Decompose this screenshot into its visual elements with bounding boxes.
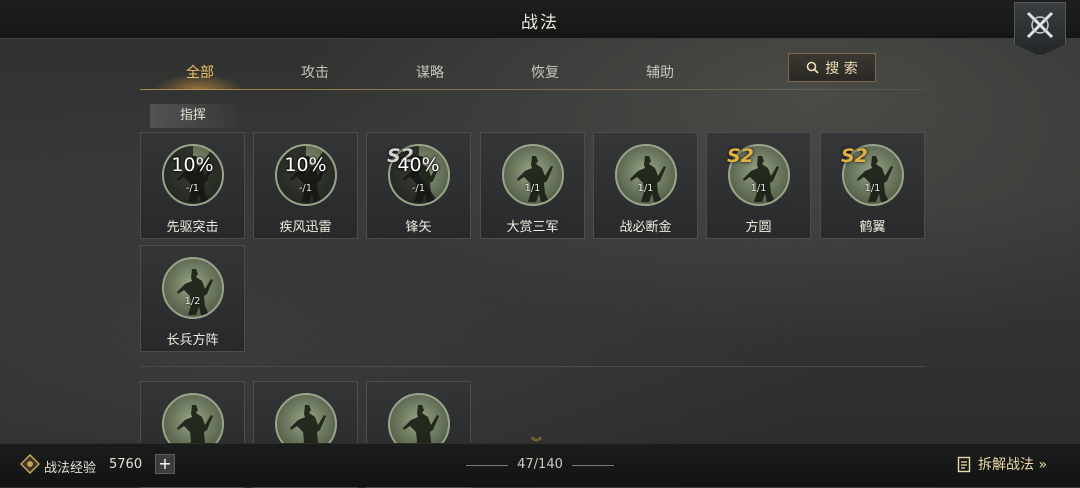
tactic-count: 1/1 bbox=[750, 183, 767, 194]
tactic-portrait bbox=[502, 144, 564, 206]
page-count: 47/140 bbox=[517, 457, 563, 472]
tactic-name: 战必断金 bbox=[619, 220, 672, 235]
bottom-bar: 战法经验 5760 + 47/140 拆解战法 » bbox=[0, 443, 1080, 487]
tactic-name: 长兵方阵 bbox=[166, 333, 219, 348]
search-label: 搜 索 bbox=[825, 60, 858, 77]
tab-strategy[interactable]: 谋略 bbox=[380, 62, 480, 82]
exp-icon bbox=[20, 454, 40, 474]
tactic-card[interactable]: 10% -/1 疾风迅雷 bbox=[253, 132, 358, 239]
tactic-card[interactable]: 10% -/1 先驱突击 bbox=[140, 132, 245, 239]
title-bar: 战法 bbox=[0, 0, 1080, 39]
tactic-portrait bbox=[615, 144, 677, 206]
season-badge: S2 bbox=[727, 145, 754, 167]
tactic-card[interactable]: 1/1 大赏三军 bbox=[480, 132, 585, 239]
tactic-name: 方圆 bbox=[745, 220, 772, 235]
progress-percent: 10% bbox=[171, 154, 214, 176]
tactic-count: 1/1 bbox=[524, 183, 541, 194]
tab-attack[interactable]: 攻击 bbox=[265, 62, 365, 82]
page-title: 战法 bbox=[521, 13, 559, 33]
tactic-count: -/1 bbox=[298, 183, 313, 194]
tactic-count: 1/2 bbox=[184, 296, 201, 307]
tactic-card[interactable]: 1/1 战必断金 bbox=[593, 132, 698, 239]
add-exp-button[interactable]: + bbox=[155, 454, 175, 474]
category-tabs: 全部 攻击 谋略 恢复 辅助 搜 索 bbox=[140, 52, 925, 90]
tactic-name: 鹤翼 bbox=[859, 220, 886, 235]
warrior-silhouette-icon bbox=[177, 269, 213, 315]
tactic-name: 锋矢 bbox=[405, 220, 432, 235]
tab-all[interactable]: 全部 bbox=[150, 62, 250, 82]
tab-support[interactable]: 辅助 bbox=[610, 62, 710, 82]
crossed-swords-icon bbox=[1026, 11, 1054, 39]
season-badge: S2 bbox=[841, 145, 868, 167]
exp-label: 战法经验 bbox=[44, 461, 97, 476]
tactic-card[interactable]: S2 1/1 鹤翼 bbox=[820, 132, 925, 239]
tactic-count: 1/1 bbox=[637, 183, 654, 194]
warrior-silhouette-icon bbox=[517, 156, 553, 202]
tactic-name: 疾风迅雷 bbox=[279, 220, 332, 235]
tab-recovery[interactable]: 恢复 bbox=[495, 62, 595, 82]
close-button[interactable] bbox=[1014, 2, 1066, 56]
tactic-name: 先驱突击 bbox=[166, 220, 219, 235]
tactic-card[interactable]: S2 1/1 方圆 bbox=[706, 132, 811, 239]
tactic-count: -/1 bbox=[185, 183, 200, 194]
tabs-divider bbox=[140, 89, 925, 90]
tactic-count: -/1 bbox=[411, 183, 426, 194]
tactic-name: 大赏三军 bbox=[506, 220, 559, 235]
section-divider bbox=[140, 366, 925, 367]
exp-value: 5760 bbox=[109, 457, 143, 472]
search-icon bbox=[806, 61, 819, 74]
dismantle-button[interactable]: 拆解战法 » bbox=[957, 454, 1047, 474]
tactic-count: 1/1 bbox=[864, 183, 881, 194]
page-line-right bbox=[572, 465, 614, 466]
dismantle-label: 拆解战法 » bbox=[978, 457, 1048, 473]
warrior-silhouette-icon bbox=[630, 156, 666, 202]
progress-percent: 10% bbox=[284, 154, 327, 176]
document-icon bbox=[957, 456, 971, 472]
tactic-card[interactable]: 1/2 长兵方阵 bbox=[140, 245, 245, 352]
progress-percent: 40% bbox=[397, 154, 440, 176]
section-label-command: 指挥 bbox=[150, 104, 236, 128]
search-button[interactable]: 搜 索 bbox=[788, 53, 876, 82]
tactic-portrait bbox=[162, 257, 224, 319]
tactic-card[interactable]: S2 40% -/1 锋矢 bbox=[366, 132, 471, 239]
